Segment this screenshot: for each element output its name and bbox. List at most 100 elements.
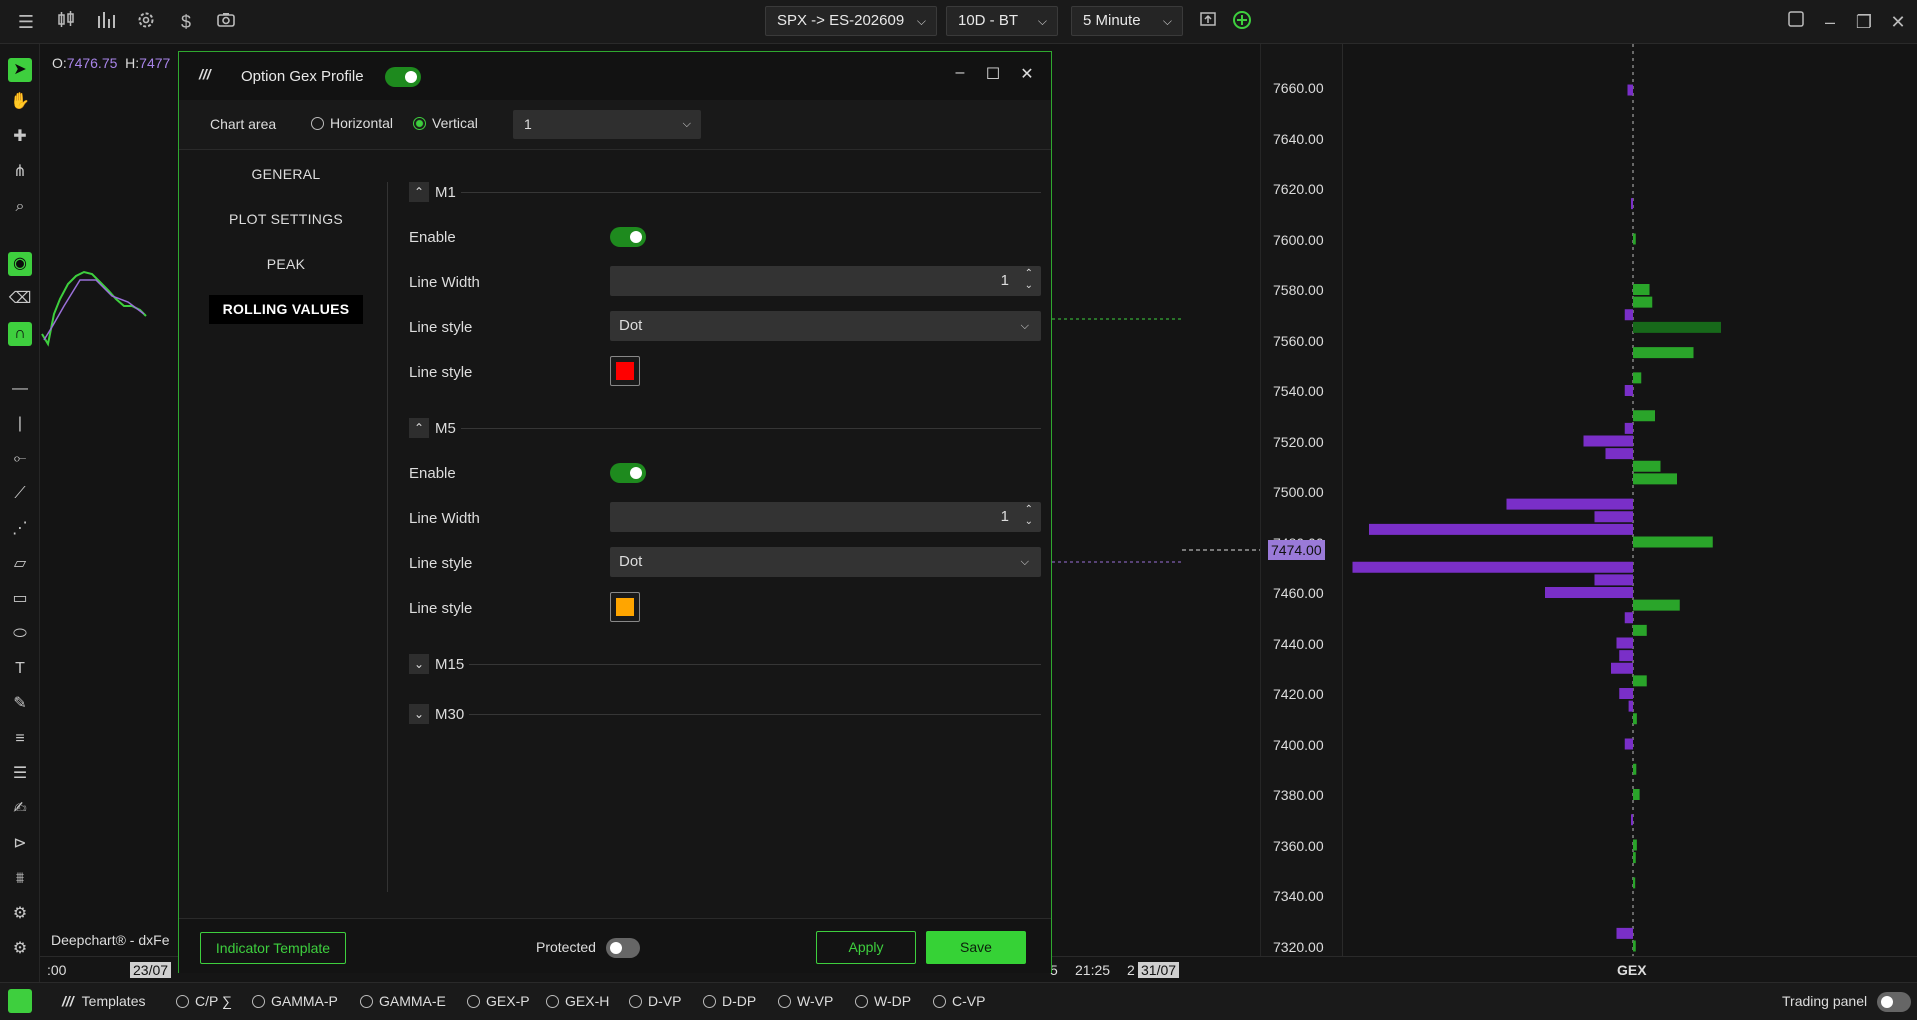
ray-icon[interactable]: ⟜ [8,447,32,471]
chevron-down-icon: ⌵ [1020,320,1029,332]
gex-bar [1633,599,1680,611]
lock-icon[interactable]: ∩ [8,322,32,346]
stepper-arrows-icon[interactable]: ⌃ ⌄ [1025,501,1033,528]
indicator-enable-toggle[interactable] [385,67,421,87]
trend-line-icon[interactable]: ⟋ [8,482,32,506]
projection-icon[interactable]: ⊳ [8,832,32,856]
collapse-button[interactable]: ⌃ [409,418,429,438]
eraser-icon[interactable]: ⌫ [8,287,32,311]
indicator-template-button[interactable]: Indicator Template [200,932,346,964]
indicator-radio[interactable]: GAMMA-E [360,993,446,1009]
chevron-down-icon: ⌵ [1162,14,1172,28]
m5-enable-toggle[interactable] [610,463,646,483]
volume-icon[interactable]: ⩩ [8,867,32,891]
collapse-button[interactable]: ⌃ [409,182,429,202]
chevron-down-icon: ⌵ [682,118,691,130]
price-axis[interactable]: 7660.00 7640.00 7620.00 7600.00 7580.00 7560.… [1260,44,1342,956]
expand-button[interactable]: ⌄ [409,704,429,724]
period-value: 10D - BT [958,12,1019,29]
chart-area-label: Chart area [210,116,277,132]
line-width-label: Line Width [409,274,480,291]
templates-button[interactable]: /// Templates [62,993,145,1009]
panel-toggle-icon[interactable] [8,989,32,1013]
rectangle-icon[interactable]: ▭ [8,587,32,611]
vertical-label: Vertical [432,115,478,131]
ellipse-icon[interactable]: ⬭ [8,622,32,646]
pointer-icon[interactable]: ➤ [8,58,32,82]
indicator-radio[interactable]: C-VP [933,993,985,1009]
export-icon[interactable] [1196,10,1220,34]
m5-color-swatch[interactable] [610,592,640,622]
m5-line-style-select[interactable]: Dot ⌵ [610,547,1041,577]
fib-icon[interactable]: ☰ [8,762,32,786]
layout-icon[interactable] [1784,10,1808,34]
indicator-radio[interactable]: GAMMA-P [252,993,338,1009]
sidebar-item-peak[interactable]: PEAK [209,250,363,279]
m1-line-width-stepper[interactable]: 1 ⌃ ⌄ [610,266,1041,296]
dollar-icon[interactable]: $ [174,10,198,34]
minimize-icon[interactable]: – [950,64,970,82]
close-icon[interactable]: ✕ [1886,10,1910,34]
zoom-icon[interactable]: ⌕ [8,195,32,219]
alert-settings-icon[interactable]: ⚙ [8,937,32,961]
gex-bar [1633,624,1647,636]
vertical-line-icon[interactable]: | [8,412,32,436]
symbol-select[interactable]: SPX -> ES-202609 ⌵ [765,6,937,36]
horizontal-line-icon[interactable]: — [8,377,32,401]
m1-color-swatch[interactable] [610,356,640,386]
candles-icon[interactable] [54,10,78,34]
text-icon[interactable]: T [8,657,32,681]
pane-select[interactable]: 1 ⌵ [513,110,701,139]
apply-button[interactable]: Apply [816,931,916,964]
maximize-icon[interactable]: ☐ [983,64,1003,84]
gex-profile-panel[interactable] [1342,44,1917,956]
camera-icon[interactable] [214,10,238,34]
timeframe-value: 5 Minute [1083,12,1141,29]
crosshair-icon[interactable]: ✚ [8,125,32,149]
gex-bar [1633,460,1661,472]
ruler-icon[interactable]: ▱ [8,552,32,576]
indicator-radio[interactable]: GEX-P [467,993,530,1009]
save-button[interactable]: Save [926,931,1026,964]
pencil-icon[interactable]: ✎ [8,692,32,716]
sidebar-item-general[interactable]: GENERAL [209,160,363,189]
indicator-radio[interactable]: C/P ∑ [176,993,232,1009]
indicator-radio[interactable]: W-VP [778,993,833,1009]
minimize-icon[interactable]: – [1818,10,1842,34]
gex-bar [1624,309,1633,321]
bar-chart-icon[interactable] [94,10,118,34]
line-color-label: Line style [409,364,473,381]
settings-icon[interactable] [134,10,158,34]
brush-icon[interactable]: ✍ [8,797,32,821]
indicator-radio[interactable]: W-DP [855,993,911,1009]
sidebar-item-rolling-values[interactable]: ROLLING VALUES [209,295,363,324]
restore-icon[interactable]: ❐ [1852,10,1876,34]
logo-icon: /// [62,993,74,1009]
horizontal-radio[interactable]: Horizontal [311,115,393,131]
expand-button[interactable]: ⌄ [409,654,429,674]
settings-list-icon[interactable]: ⚙ [8,902,32,926]
protected-toggle[interactable] [606,938,640,958]
m5-line-width-stepper[interactable]: 1 ⌃ ⌄ [610,502,1041,532]
hand-icon[interactable]: ✋ [8,90,32,114]
indicator-label: GEX-P [486,993,530,1009]
m1-enable-toggle[interactable] [610,227,646,247]
close-icon[interactable]: ✕ [1017,64,1037,84]
trading-panel-toggle[interactable] [1877,992,1911,1012]
stepper-arrows-icon[interactable]: ⌃ ⌄ [1025,265,1033,292]
indicator-radio[interactable]: GEX-H [546,993,609,1009]
menu-icon[interactable]: ☰ [14,10,38,34]
magnet-icon[interactable]: ⋔ [8,160,32,184]
add-icon[interactable] [1230,10,1254,34]
vertical-radio[interactable]: Vertical [413,115,478,131]
indicator-radio[interactable]: D-DP [703,993,756,1009]
m1-line-style-select[interactable]: Dot ⌵ [610,311,1041,341]
indicator-radio[interactable]: D-VP [629,993,681,1009]
list-icon[interactable]: ≡ [8,727,32,751]
path-icon[interactable]: ⋰ [8,517,32,541]
sidebar-item-plot-settings[interactable]: PLOT SETTINGS [209,205,363,234]
eye-icon[interactable]: ◉ [8,252,32,276]
timeframe-select[interactable]: 5 Minute ⌵ [1071,6,1183,36]
ohlc-readout: O:7476.75 H:7477 [52,55,170,71]
period-select[interactable]: 10D - BT ⌵ [946,6,1058,36]
